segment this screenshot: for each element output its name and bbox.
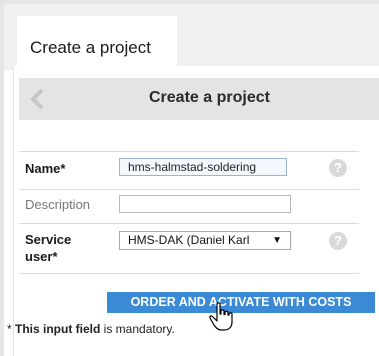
page-header: Create a project [19,78,379,120]
mandatory-suffix: is mandatory. [100,322,175,336]
service-user-label: Service user* [25,232,72,264]
mandatory-bold: This input field [15,322,101,336]
mandatory-note: * This input field is mandatory. [7,322,175,336]
back-button[interactable] [25,86,49,112]
name-label: Name* [25,161,66,176]
chevron-left-icon [30,88,44,110]
tab-label: Create a project [30,38,151,57]
mandatory-prefix: * [7,322,16,336]
service-user-selected: HMS-DAK (Daniel Karl [128,233,250,247]
form-row-name: Name* ? [19,151,359,182]
tab-bar: Create a project [4,4,379,72]
name-input[interactable] [119,158,287,176]
hand-pointer-icon [209,302,233,331]
order-activate-button[interactable]: ORDER AND ACTIVATE WITH COSTS [107,292,375,313]
service-user-select[interactable]: HMS-DAK (Daniel Karl ▼ [119,231,291,250]
help-icon[interactable]: ? [329,159,347,177]
help-icon[interactable]: ? [329,232,347,250]
form-row-service-user: Service user* HMS-DAK (Daniel Karl ▼ ? [19,223,359,274]
form-row-description: Description [19,189,359,220]
page-title: Create a project [149,89,270,106]
dropdown-arrow-icon: ▼ [272,235,282,246]
description-input[interactable] [119,195,291,213]
description-label: Description [25,197,91,212]
tab-create-project[interactable]: Create a project [17,16,177,72]
